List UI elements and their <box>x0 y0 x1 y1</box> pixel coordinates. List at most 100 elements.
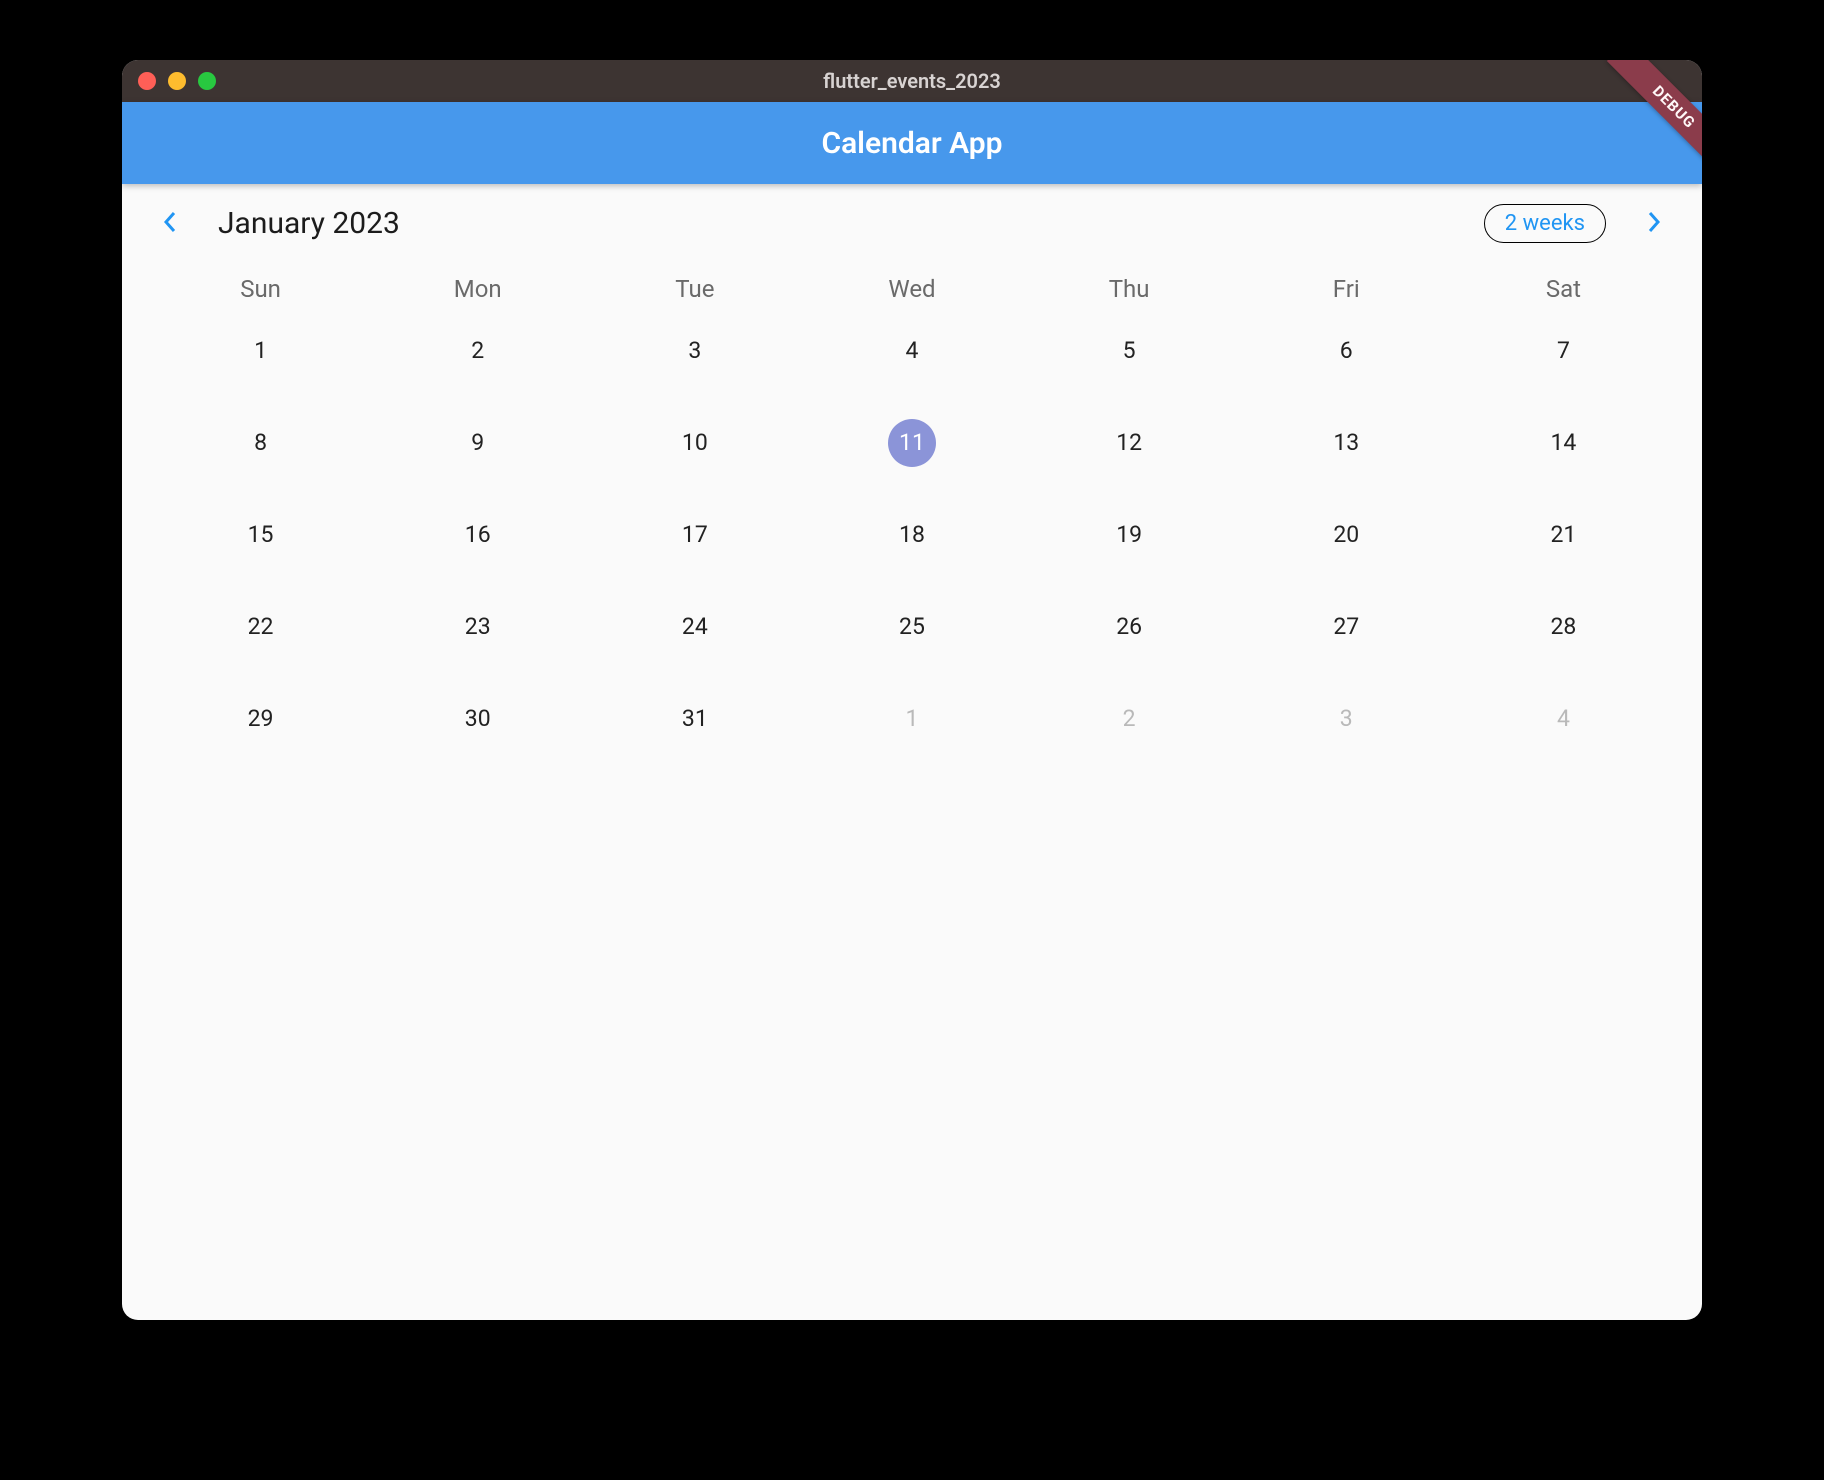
calendar-grid: SunMonTueWedThuFriSat 123456789101112131… <box>122 253 1702 785</box>
calendar-day-number: 4 <box>888 327 936 375</box>
calendar-day-cell[interactable]: 23 <box>369 591 586 683</box>
chevron-left-icon <box>162 210 178 238</box>
calendar-day-cell[interactable]: 4 <box>1455 683 1672 775</box>
calendar-day-number: 29 <box>237 695 285 743</box>
calendar-day-cell[interactable]: 15 <box>152 499 369 591</box>
chevron-right-icon <box>1646 210 1662 238</box>
calendar-day-cell[interactable]: 16 <box>369 499 586 591</box>
traffic-lights <box>138 72 216 90</box>
calendar-day-number: 3 <box>671 327 719 375</box>
view-mode-button[interactable]: 2 weeks <box>1484 204 1606 243</box>
calendar-day-number: 1 <box>888 695 936 743</box>
calendar-day-number: 20 <box>1322 511 1370 559</box>
calendar-day-number: 1 <box>237 327 285 375</box>
day-of-week-label: Tue <box>586 263 803 315</box>
calendar-day-cell[interactable]: 5 <box>1021 315 1238 407</box>
calendar-day-number: 16 <box>454 511 502 559</box>
calendar-day-cell[interactable]: 8 <box>152 407 369 499</box>
calendar-day-cell[interactable]: 27 <box>1238 591 1455 683</box>
calendar-day-number: 22 <box>237 603 285 651</box>
calendar-week-row: 8 9 10 11 12 13 14 <box>152 407 1672 499</box>
calendar-day-cell[interactable]: 18 <box>803 499 1020 591</box>
maximize-icon[interactable] <box>198 72 216 90</box>
calendar-day-number: 24 <box>671 603 719 651</box>
calendar-day-number: 11 <box>888 419 936 467</box>
calendar-day-cell[interactable]: 31 <box>586 683 803 775</box>
calendar-day-cell[interactable]: 21 <box>1455 499 1672 591</box>
calendar-day-cell[interactable]: 14 <box>1455 407 1672 499</box>
calendar-day-number: 18 <box>888 511 936 559</box>
calendar-day-cell[interactable]: 6 <box>1238 315 1455 407</box>
calendar-day-number: 17 <box>671 511 719 559</box>
calendar-day-cell[interactable]: 22 <box>152 591 369 683</box>
calendar-day-number: 8 <box>237 419 285 467</box>
app-window: flutter_events_2023 Calendar App DEBUG J… <box>122 60 1702 1320</box>
calendar-day-cell[interactable]: 1 <box>803 683 1020 775</box>
calendar-day-number: 30 <box>454 695 502 743</box>
month-title: January 2023 <box>218 206 400 241</box>
days-of-week-row: SunMonTueWedThuFriSat <box>152 263 1672 315</box>
calendar-day-cell[interactable]: 30 <box>369 683 586 775</box>
day-of-week-label: Thu <box>1021 263 1238 315</box>
calendar-day-number: 3 <box>1322 695 1370 743</box>
day-of-week-label: Sun <box>152 263 369 315</box>
day-of-week-label: Sat <box>1455 263 1672 315</box>
calendar-day-number: 5 <box>1105 327 1153 375</box>
calendar-day-cell[interactable]: 2 <box>1021 683 1238 775</box>
close-icon[interactable] <box>138 72 156 90</box>
calendar-day-cell[interactable]: 1 <box>152 315 369 407</box>
calendar-day-cell[interactable]: 24 <box>586 591 803 683</box>
calendar-day-cell[interactable]: 25 <box>803 591 1020 683</box>
calendar-day-number: 9 <box>454 419 502 467</box>
calendar-day-cell[interactable]: 13 <box>1238 407 1455 499</box>
calendar-day-cell[interactable]: 26 <box>1021 591 1238 683</box>
next-month-button[interactable] <box>1636 206 1672 242</box>
calendar-day-cell[interactable]: 28 <box>1455 591 1672 683</box>
calendar-day-number: 15 <box>237 511 285 559</box>
day-of-week-label: Wed <box>803 263 1020 315</box>
calendar-day-cell[interactable]: 17 <box>586 499 803 591</box>
calendar-day-number: 28 <box>1539 603 1587 651</box>
calendar-day-number: 10 <box>671 419 719 467</box>
calendar-day-number: 25 <box>888 603 936 651</box>
day-of-week-label: Mon <box>369 263 586 315</box>
day-of-week-label: Fri <box>1238 263 1455 315</box>
calendar-day-number: 31 <box>671 695 719 743</box>
calendar-week-row: 22 23 24 25 26 27 28 <box>152 591 1672 683</box>
calendar-week-row: 15 16 17 18 19 20 21 <box>152 499 1672 591</box>
calendar-day-number: 27 <box>1322 603 1370 651</box>
calendar-day-cell[interactable]: 20 <box>1238 499 1455 591</box>
calendar-day-cell[interactable]: 9 <box>369 407 586 499</box>
window-titlebar[interactable]: flutter_events_2023 <box>122 60 1702 102</box>
calendar-day-number: 12 <box>1105 419 1153 467</box>
calendar-week-row: 1 2 3 4 5 6 7 <box>152 315 1672 407</box>
calendar-day-cell[interactable]: 10 <box>586 407 803 499</box>
app-title: Calendar App <box>821 126 1002 161</box>
calendar-day-number: 6 <box>1322 327 1370 375</box>
calendar-day-number: 26 <box>1105 603 1153 651</box>
calendar-day-number: 7 <box>1539 327 1587 375</box>
app-bar: Calendar App DEBUG <box>122 102 1702 184</box>
previous-month-button[interactable] <box>152 206 188 242</box>
calendar-day-cell[interactable]: 3 <box>1238 683 1455 775</box>
window-title: flutter_events_2023 <box>122 69 1702 93</box>
calendar-day-cell[interactable]: 29 <box>152 683 369 775</box>
calendar-day-number: 14 <box>1539 419 1587 467</box>
calendar-day-cell[interactable]: 19 <box>1021 499 1238 591</box>
calendar-day-number: 2 <box>454 327 502 375</box>
calendar-day-cell[interactable]: 12 <box>1021 407 1238 499</box>
calendar-day-number: 13 <box>1322 419 1370 467</box>
calendar-day-cell[interactable]: 2 <box>369 315 586 407</box>
calendar-day-number: 21 <box>1539 511 1587 559</box>
calendar-day-cell[interactable]: 4 <box>803 315 1020 407</box>
calendar-day-cell[interactable]: 11 <box>803 407 1020 499</box>
minimize-icon[interactable] <box>168 72 186 90</box>
calendar-header: January 2023 2 weeks <box>122 184 1702 253</box>
calendar-week-row: 29 30 31 1 2 3 4 <box>152 683 1672 775</box>
calendar-day-number: 19 <box>1105 511 1153 559</box>
calendar-day-number: 23 <box>454 603 502 651</box>
calendar-day-cell[interactable]: 7 <box>1455 315 1672 407</box>
calendar-day-number: 2 <box>1105 695 1153 743</box>
calendar-day-number: 4 <box>1539 695 1587 743</box>
calendar-day-cell[interactable]: 3 <box>586 315 803 407</box>
